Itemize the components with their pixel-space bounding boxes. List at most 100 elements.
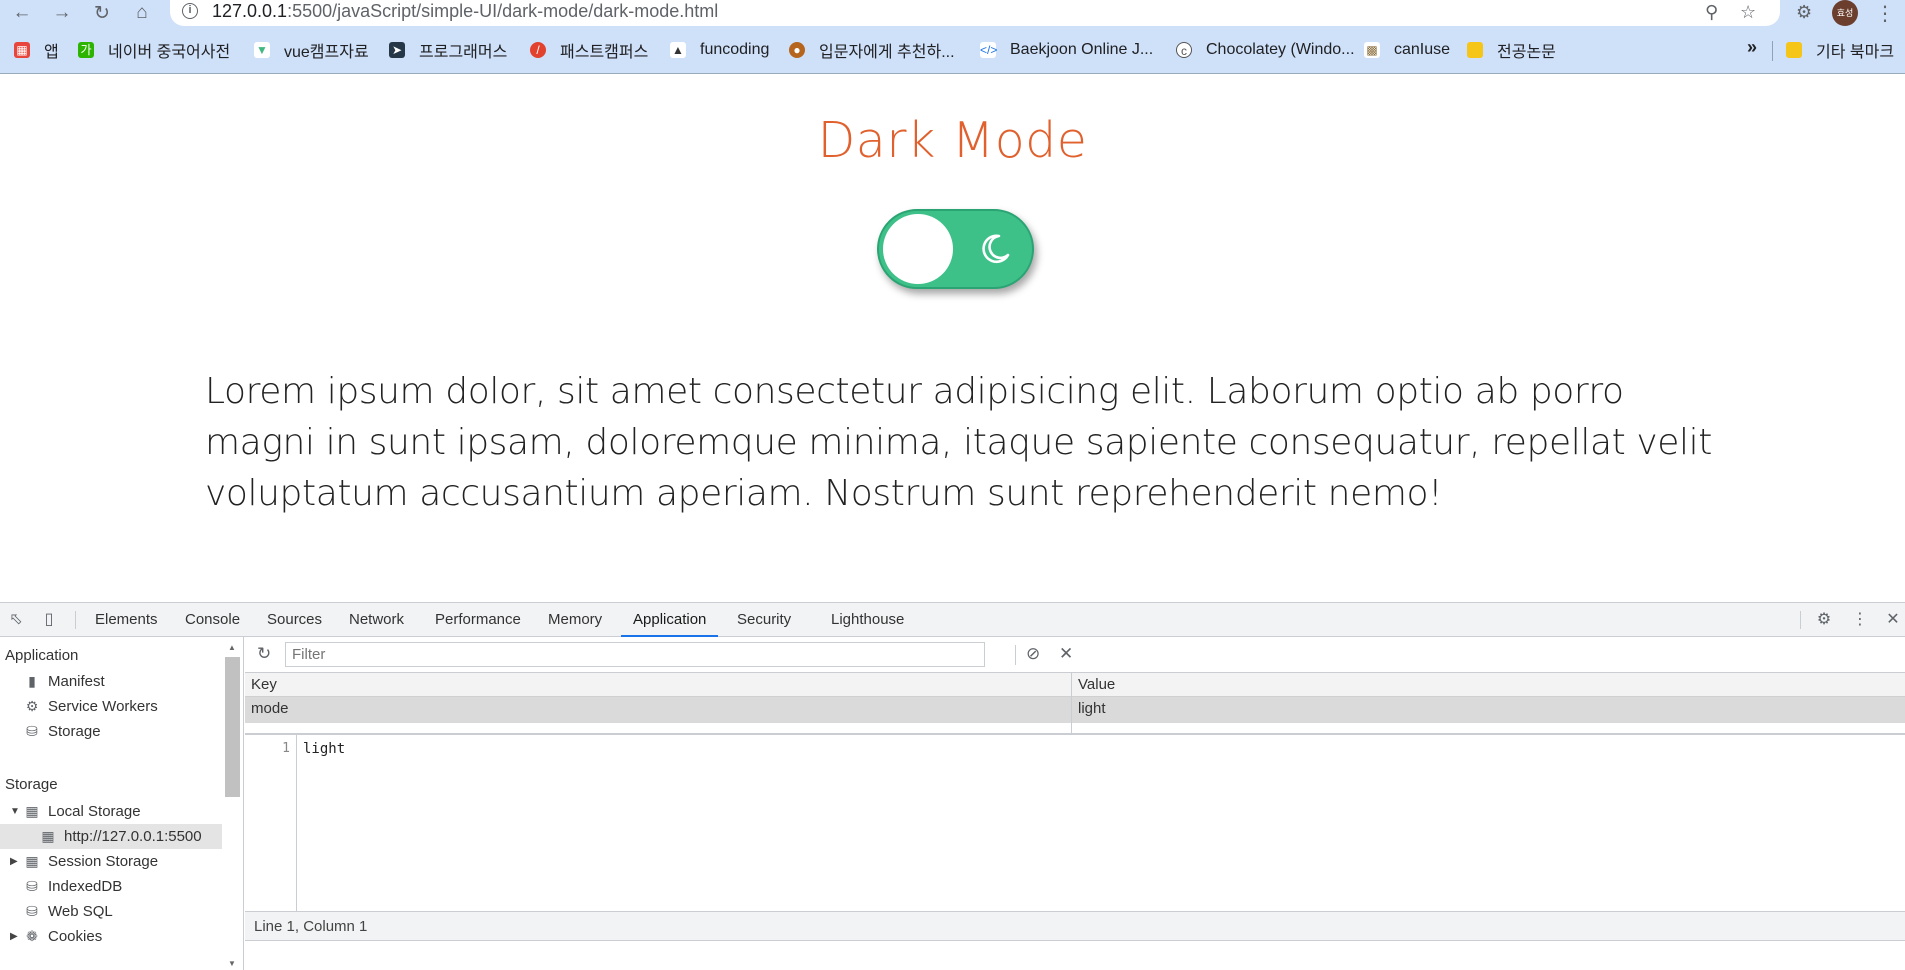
caniuse-icon: ▩ [1364, 42, 1380, 58]
status-bar: Line 1, Column 1 [245, 911, 1905, 941]
avatar[interactable]: 효성 [1832, 0, 1858, 26]
address-bar[interactable]: i 127.0.0.1:5500/javaScript/simple-UI/da… [170, 0, 1780, 26]
preview-content[interactable]: light [303, 741, 345, 757]
settings-gear-icon[interactable]: ⚙ [1814, 610, 1834, 630]
sidebar-item-session-storage[interactable]: ▶ ▦ Session Storage [10, 850, 158, 872]
sidebar-item-local-origin[interactable]: ▦ http://127.0.0.1:5500 [40, 825, 202, 847]
device-toolbar-icon[interactable]: ▯ [39, 610, 59, 630]
grid-icon: ▦ [25, 852, 39, 869]
tab-divider [1800, 611, 1801, 629]
sidebar-section-application: Application [5, 647, 79, 664]
scroll-up-icon[interactable]: ▲ [228, 643, 236, 652]
bookmark-other[interactable]: 기타 북마크 [1786, 39, 1894, 61]
sidebar-item-websql[interactable]: ⛁ Web SQL [24, 900, 113, 922]
database-icon: ⛁ [26, 877, 38, 894]
code-icon: </> [980, 42, 998, 58]
table-row[interactable]: mode light [245, 697, 1905, 723]
bookmark-chocolatey[interactable]: c Chocolatey (Windo... [1176, 39, 1355, 61]
sidebar-item-label: http://127.0.0.1:5500 [64, 827, 202, 845]
sidebar-section-storage: Storage [5, 776, 58, 793]
bookmark-label: Chocolatey (Windo... [1206, 41, 1355, 58]
close-devtools-icon[interactable]: ✕ [1883, 610, 1903, 630]
tab-application[interactable]: Application [621, 603, 719, 637]
column-header-value[interactable]: Value [1072, 673, 1115, 697]
tab-performance[interactable]: Performance [435, 603, 521, 637]
devtools-panel: ⬁ ▯ Elements Console Sources Network Per… [0, 602, 1905, 970]
forward-arrow-icon[interactable]: → [50, 2, 74, 24]
scroll-down-icon[interactable]: ▼ [228, 959, 236, 968]
grid-icon: ▦ [25, 802, 39, 819]
tab-console[interactable]: Console [185, 603, 240, 637]
bookmark-programmers[interactable]: ➤ 프로그래머스 [389, 39, 507, 61]
sidebar-item-local-storage[interactable]: ▼ ▦ Local Storage [10, 800, 141, 822]
bookmark-label: 네이버 중국어사전 [108, 44, 231, 61]
storage-toolbar: ↻ ⊘ ✕ [245, 637, 1905, 673]
tab-divider [75, 611, 76, 629]
bookmark-label: 전공논문 [1497, 44, 1556, 61]
bookmark-star-icon[interactable]: ☆ [1740, 2, 1756, 23]
collapsed-triangle-icon[interactable]: ▶ [10, 931, 18, 942]
tab-security[interactable]: Security [737, 603, 791, 637]
inspect-element-icon[interactable]: ⬁ [6, 610, 26, 630]
home-icon[interactable]: ⌂ [130, 2, 154, 24]
bookmark-naver[interactable]: 가 네이버 중국어사전 [78, 39, 230, 61]
toggle-knob [883, 214, 953, 284]
column-header-key[interactable]: Key [245, 673, 277, 697]
filter-input[interactable] [285, 642, 985, 667]
sidebar-item-manifest[interactable]: ▮ Manifest [24, 670, 105, 692]
file-icon: ▮ [28, 672, 36, 689]
bookmarks-divider [1772, 41, 1773, 61]
refresh-icon[interactable]: ↻ [257, 644, 271, 664]
reload-icon[interactable]: ↻ [90, 2, 114, 24]
bookmark-caniuse[interactable]: ▩ canIuse [1364, 39, 1450, 61]
bookmark-recommend[interactable]: ● 입문자에게 추천하... [789, 39, 955, 61]
sidebar-scrollbar[interactable] [225, 657, 240, 797]
collapsed-triangle-icon[interactable]: ▶ [10, 856, 18, 867]
folder-icon [1786, 42, 1802, 58]
programmers-icon: ➤ [389, 42, 405, 58]
devtools-tabbar: ⬁ ▯ Elements Console Sources Network Per… [0, 603, 1905, 637]
dark-mode-toggle[interactable] [877, 209, 1034, 289]
chocolatey-icon: c [1176, 42, 1192, 58]
tab-elements[interactable]: Elements [95, 603, 158, 637]
devtools-menu-icon[interactable]: ⋮ [1850, 610, 1870, 630]
bookmark-baekjoon[interactable]: </> Baekjoon Online J... [980, 39, 1153, 61]
bookmark-label: 기타 북마크 [1816, 44, 1895, 61]
browser-toolbar: ← → ↻ ⌂ i 127.0.0.1:5500/javaScript/simp… [0, 0, 1905, 27]
tab-sources[interactable]: Sources [267, 603, 322, 637]
storage-table: Key Value mode light [245, 673, 1905, 735]
folder-icon [1467, 42, 1483, 58]
bookmark-label: 프로그래머스 [419, 44, 508, 61]
bookmark-funcoding[interactable]: ▲ funcoding [670, 39, 769, 61]
profile-icon: ● [789, 42, 805, 58]
sidebar-item-cookies[interactable]: ▶ ❁ Cookies [10, 925, 103, 947]
bookmark-folder-papers[interactable]: 전공논문 [1467, 39, 1556, 61]
sidebar-item-storage[interactable]: ⛁ Storage [24, 720, 100, 742]
cell-value[interactable]: light [1072, 697, 1106, 721]
bookmarks-overflow-button[interactable]: » [1747, 37, 1757, 58]
sidebar-item-indexeddb[interactable]: ⛁ IndexedDB [24, 875, 122, 897]
tab-memory[interactable]: Memory [548, 603, 602, 637]
sidebar-item-service-workers[interactable]: ⚙ Service Workers [24, 695, 158, 717]
url-text[interactable]: 127.0.0.1:5500/javaScript/simple-UI/dark… [212, 1, 718, 22]
extensions-icon[interactable]: ⚙ [1796, 2, 1812, 23]
clear-all-icon[interactable]: ⊘ [1026, 644, 1040, 664]
delete-selected-icon[interactable]: ✕ [1059, 644, 1073, 664]
bookmark-vue[interactable]: ▼ vue캠프자료 [254, 39, 369, 61]
tab-lighthouse[interactable]: Lighthouse [831, 603, 904, 637]
line-number: 1 [282, 741, 290, 756]
bookmark-fastcampus[interactable]: / 패스트캠퍼스 [530, 39, 648, 61]
bookmark-label: 앱 [44, 44, 59, 61]
bookmark-label: 입문자에게 추천하... [819, 44, 955, 61]
tab-network[interactable]: Network [349, 603, 404, 637]
sidebar-item-label: Manifest [48, 672, 105, 690]
browser-menu-icon[interactable]: ⋮ [1875, 1, 1895, 26]
zoom-icon[interactable]: ⚲ [1705, 2, 1718, 23]
cell-key[interactable]: mode [245, 697, 289, 721]
site-info-icon[interactable]: i [182, 3, 198, 19]
sidebar-item-label: Cookies [48, 927, 103, 945]
bookmark-apps[interactable]: ▦ 앱 [14, 39, 59, 61]
column-divider[interactable] [1071, 673, 1072, 735]
back-arrow-icon[interactable]: ← [10, 2, 34, 24]
expanded-triangle-icon[interactable]: ▼ [10, 806, 20, 817]
